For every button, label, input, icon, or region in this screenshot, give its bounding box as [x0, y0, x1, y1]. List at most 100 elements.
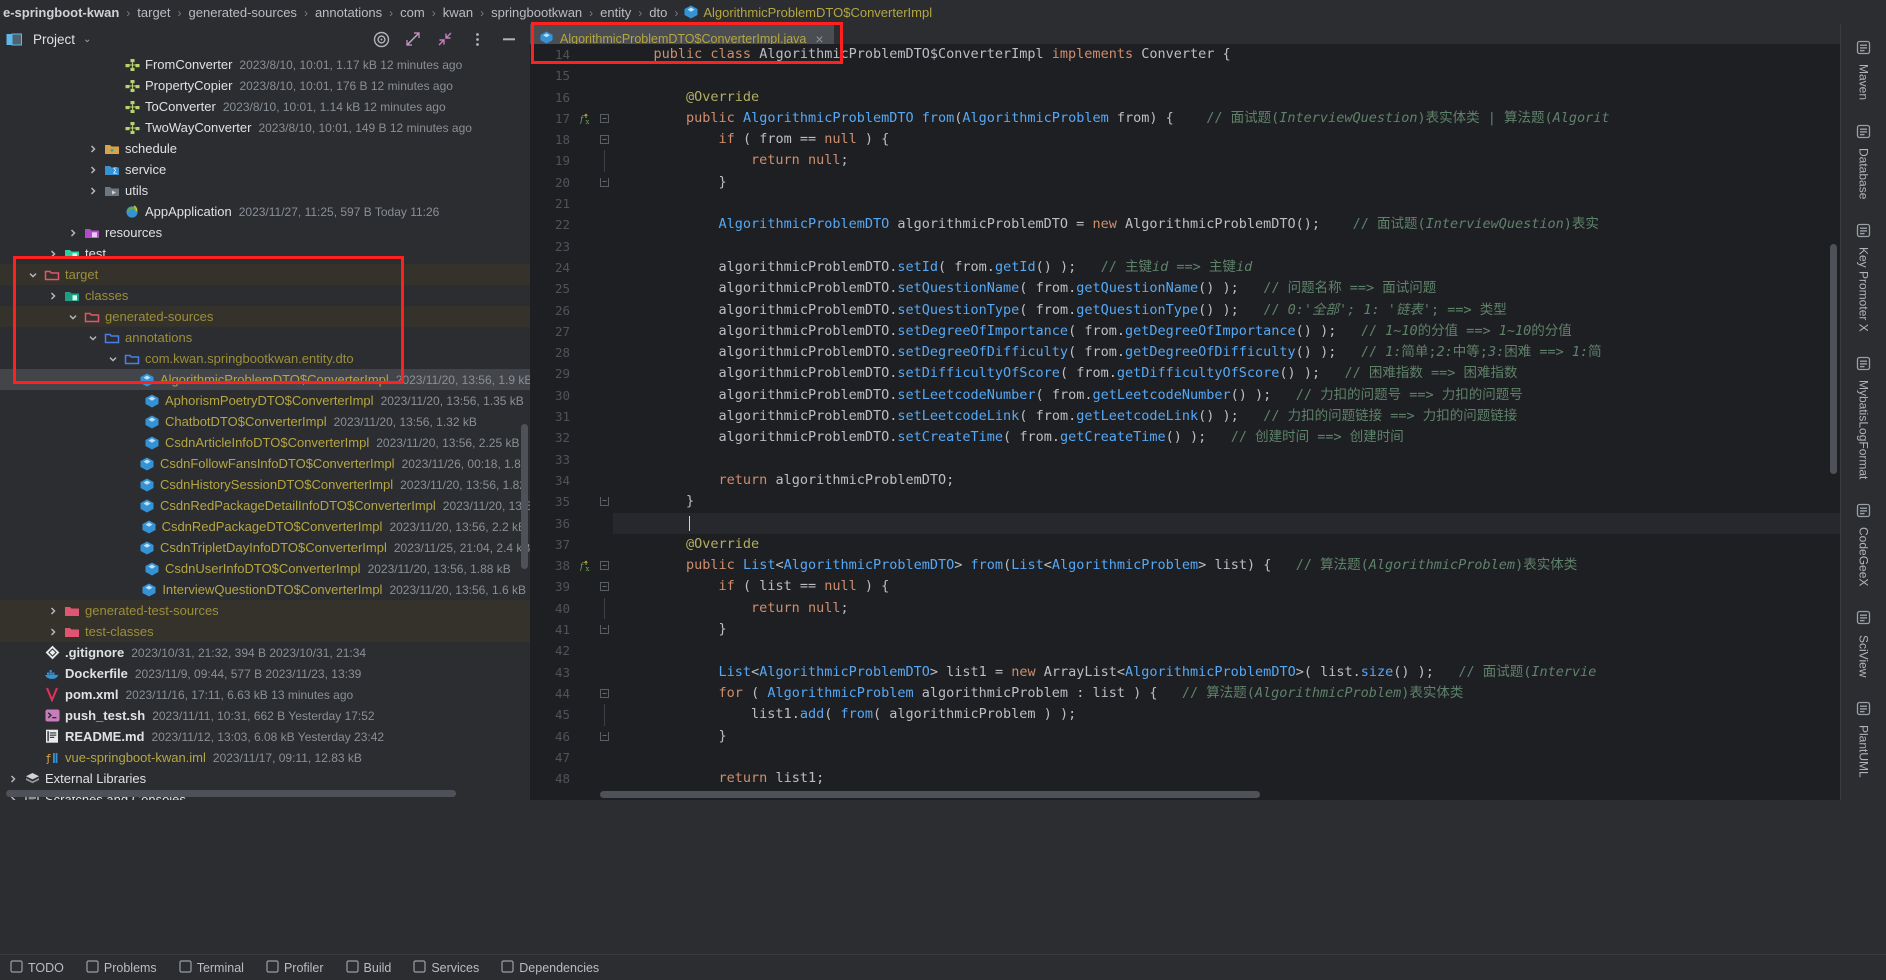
breadcrumb-item[interactable]: target — [136, 5, 171, 20]
tree-row[interactable]: README.md 2023/11/12, 13:03, 6.08 kB Yest… — [0, 726, 530, 747]
bottom-tool-item[interactable]: Problems — [86, 959, 157, 976]
tree-row[interactable]: target — [0, 264, 530, 285]
gutter-line[interactable]: 45 — [530, 704, 613, 726]
tree-row[interactable]: CsdnTripletDayInfoDTO$ConverterImpl 2023/… — [0, 537, 530, 558]
fold-toggle-icon[interactable]: − — [600, 135, 609, 145]
gutter-line[interactable]: 44− — [530, 683, 613, 704]
gutter-line[interactable]: 27 — [530, 321, 613, 342]
gutter-line[interactable]: 39− — [530, 576, 613, 597]
right-tool-item[interactable]: MybatisLogFormat — [1855, 346, 1873, 479]
code-line[interactable]: public AlgorithmicProblemDTO from(Algori… — [613, 108, 1840, 129]
gutter-line[interactable]: 17 f x − — [530, 108, 613, 129]
tree-row[interactable]: schedule — [0, 138, 530, 159]
fold-toggle-icon[interactable]: − — [600, 177, 609, 187]
code-line[interactable] — [613, 193, 1840, 214]
breadcrumb-item[interactable]: kwan — [442, 5, 474, 20]
tree-row[interactable]: InterviewQuestionDTO$ConverterImpl 2023/1… — [0, 579, 530, 600]
code-line[interactable] — [613, 512, 1840, 534]
chevron-down-icon[interactable]: ⌄ — [83, 34, 91, 45]
breadcrumb-current-file[interactable]: AlgorithmicProblemDTO$ConverterImpl — [703, 5, 932, 20]
bottom-tool-item[interactable]: Dependencies — [501, 959, 599, 976]
breadcrumb-item[interactable]: entity — [599, 5, 632, 20]
chevron-down-icon[interactable] — [66, 310, 79, 323]
gutter-line[interactable]: 18− — [530, 129, 613, 150]
hide-toolwindow-icon[interactable] — [500, 30, 518, 48]
fold-toggle-icon[interactable]: − — [600, 113, 609, 123]
tree-row[interactable]: FromConverter 2023/8/10, 10:01, 1.17 kB 1… — [0, 54, 530, 75]
breadcrumb-item[interactable]: com — [399, 5, 426, 20]
code-editor[interactable]: 14 15 16 17 f x −18−19 20−21 22 23 24 25 26 27 28 29 30 3… — [530, 44, 1840, 800]
chevron-down-icon[interactable] — [106, 352, 119, 365]
fold-toggle-icon[interactable]: − — [600, 497, 609, 507]
gutter-line[interactable]: 35− — [530, 491, 613, 512]
code-line[interactable]: } — [613, 491, 1840, 512]
gutter-line[interactable]: 29 — [530, 363, 613, 384]
tree-row[interactable]: CsdnRedPackageDetailInfoDTO$ConverterImp… — [0, 495, 530, 516]
tree-row[interactable]: PropertyCopier 2023/8/10, 10:01, 176 B 12… — [0, 75, 530, 96]
chevron-right-icon[interactable] — [46, 625, 59, 638]
gutter-line[interactable]: 23 — [530, 236, 613, 257]
code-line[interactable]: } — [613, 172, 1840, 193]
code-line[interactable]: return list1; — [613, 768, 1840, 789]
tree-row[interactable]: pom.xml 2023/11/16, 17:11, 6.63 kB 13 min… — [0, 684, 530, 705]
code-line[interactable]: algorithmicProblemDTO. setQuestionName( f… — [613, 278, 1840, 299]
gutter-line[interactable]: 31 — [530, 406, 613, 427]
code-line[interactable]: algorithmicProblemDTO. setDegreeOfImporta… — [613, 321, 1840, 342]
tree-row[interactable]: CsdnRedPackageDTO$ConverterImpl 2023/11/2… — [0, 516, 530, 537]
gutter-line[interactable]: 30 — [530, 385, 613, 406]
gutter-line[interactable]: 34 — [530, 470, 613, 491]
chevron-right-icon[interactable] — [46, 289, 59, 302]
tree-row[interactable]: push_test.sh 2023/11/11, 10:31, 662 B Yes… — [0, 705, 530, 726]
chevron-right-icon[interactable] — [86, 184, 99, 197]
code-line[interactable]: return null; — [613, 598, 1840, 619]
gutter-line[interactable]: 41− — [530, 619, 613, 640]
right-tool-item[interactable]: Database — [1855, 114, 1873, 199]
code-line[interactable]: algorithmicProblemDTO.setLeetcodeNumber(… — [613, 385, 1840, 406]
chevron-right-icon[interactable] — [6, 772, 19, 785]
more-options-icon[interactable] — [468, 30, 486, 48]
bottom-tool-item[interactable]: Services — [413, 959, 479, 976]
chevron-down-icon[interactable] — [86, 331, 99, 344]
tree-row[interactable]: generated-test-sources — [0, 600, 530, 621]
gutter-line[interactable]: 38 f x − — [530, 555, 613, 576]
gutter-line[interactable]: 19 — [530, 150, 613, 172]
chevron-right-icon[interactable] — [46, 247, 59, 260]
chevron-right-icon[interactable] — [86, 142, 99, 155]
fold-toggle-icon[interactable]: − — [600, 561, 609, 571]
gutter-line[interactable]: 20− — [530, 172, 613, 193]
code-line[interactable] — [613, 449, 1840, 470]
tree-row[interactable]: AphorismPoetryDTO$ConverterImpl 2023/11/2… — [0, 390, 530, 411]
tree-row[interactable]: test-classes — [0, 621, 530, 642]
editor-gutter[interactable]: 14 15 16 17 f x −18−19 20−21 22 23 24 25 26 27 28 29 30 3… — [530, 44, 613, 800]
code-line[interactable]: public List<AlgorithmicProblemDTO> from(… — [613, 555, 1840, 576]
code-line[interactable]: if ( list == null ) { — [613, 576, 1840, 597]
code-line[interactable]: AlgorithmicProblemDTO algorithmicProblem… — [613, 214, 1840, 235]
code-line[interactable]: algorithmicProblemDTO. setCreateTime( fro… — [613, 427, 1840, 448]
editor-vertical-scrollbar[interactable] — [1830, 244, 1837, 474]
gutter-line[interactable]: 26 — [530, 300, 613, 321]
breadcrumb-item[interactable]: generated-sources — [188, 5, 298, 20]
tree-row[interactable]: CsdnUserInfoDTO$ConverterImpl 2023/11/20,… — [0, 558, 530, 579]
tree-row[interactable]: annotations — [0, 327, 530, 348]
tree-row[interactable]: test — [0, 243, 530, 264]
code-line[interactable]: @Override — [613, 87, 1840, 108]
tree-row[interactable]: .gitignore 2023/10/31, 21:32, 394 B 2023/… — [0, 642, 530, 663]
editor-horizontal-scrollbar[interactable] — [600, 791, 1260, 798]
bottom-tool-item[interactable]: Build — [345, 959, 391, 976]
code-line[interactable]: algorithmicProblemDTO. setLeetcodeLink( f… — [613, 406, 1840, 427]
tree-row[interactable]: AlgorithmicProblemDTO$ConverterImpl 2023/… — [0, 369, 530, 390]
gutter-line[interactable]: 36 — [530, 513, 613, 534]
target-icon[interactable] — [372, 30, 390, 48]
fold-toggle-icon[interactable]: − — [600, 688, 609, 698]
gutter-line[interactable]: 21 — [530, 193, 613, 214]
breadcrumb-item[interactable]: e-springboot-kwan — [2, 5, 120, 20]
tree-row[interactable]: generated-sources — [0, 306, 530, 327]
code-line[interactable]: algorithmicProblemDTO. setDegreeOfDifficu… — [613, 342, 1840, 363]
tree-row[interactable]: TwoWayConverter 2023/8/10, 10:01, 149 B 1… — [0, 117, 530, 138]
chevron-down-icon[interactable] — [26, 268, 39, 281]
gutter-line[interactable]: 33 — [530, 449, 613, 470]
bottom-tool-item[interactable]: Profiler — [266, 959, 324, 976]
fold-toggle-icon[interactable]: − — [600, 582, 609, 592]
code-line[interactable] — [613, 236, 1840, 257]
fold-toggle-icon[interactable]: − — [600, 625, 609, 635]
